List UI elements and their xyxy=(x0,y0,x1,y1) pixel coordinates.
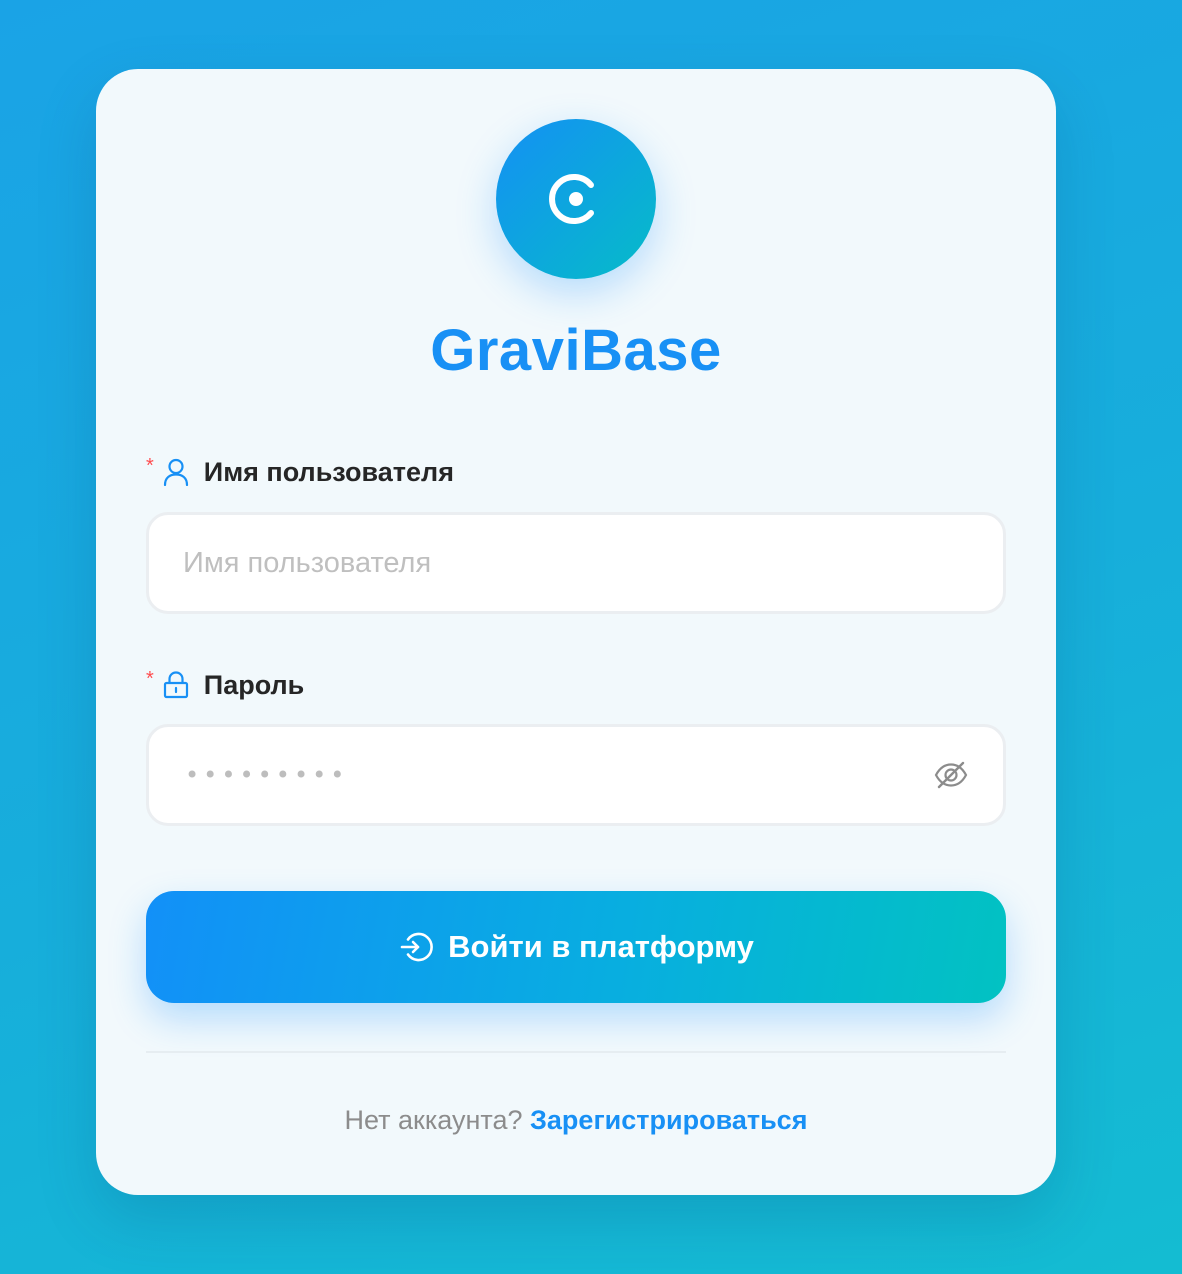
username-input[interactable] xyxy=(149,515,1003,611)
no-account-text: Нет аккаунта? xyxy=(344,1105,523,1135)
login-button[interactable]: Войти в платформу xyxy=(146,891,1006,1003)
register-link[interactable]: Зарегистрироваться xyxy=(530,1105,807,1135)
password-label: * Пароль xyxy=(146,665,304,705)
login-card: GraviBase * Имя пользователя * Пароль ••… xyxy=(96,69,1056,1195)
register-prompt: Нет аккаунта? Зарегистрироваться xyxy=(96,1105,1056,1136)
login-button-label: Войти в платформу xyxy=(448,929,754,964)
brand-title: GraviBase xyxy=(430,318,722,383)
gravibase-logo-icon xyxy=(496,119,656,279)
required-mark: * xyxy=(146,454,154,477)
username-label: * Имя пользователя xyxy=(146,452,454,492)
username-label-text: Имя пользователя xyxy=(203,456,454,487)
username-field[interactable] xyxy=(146,512,1006,614)
divider xyxy=(146,1051,1006,1053)
password-masked-value[interactable]: ••••••••• xyxy=(149,761,931,789)
required-mark: * xyxy=(146,667,154,690)
password-label-text: Пароль xyxy=(203,669,305,700)
lock-icon xyxy=(162,671,190,699)
password-field[interactable]: ••••••••• xyxy=(146,724,1006,826)
eye-off-icon[interactable] xyxy=(931,755,971,795)
user-icon xyxy=(162,458,190,486)
login-icon xyxy=(398,929,434,965)
